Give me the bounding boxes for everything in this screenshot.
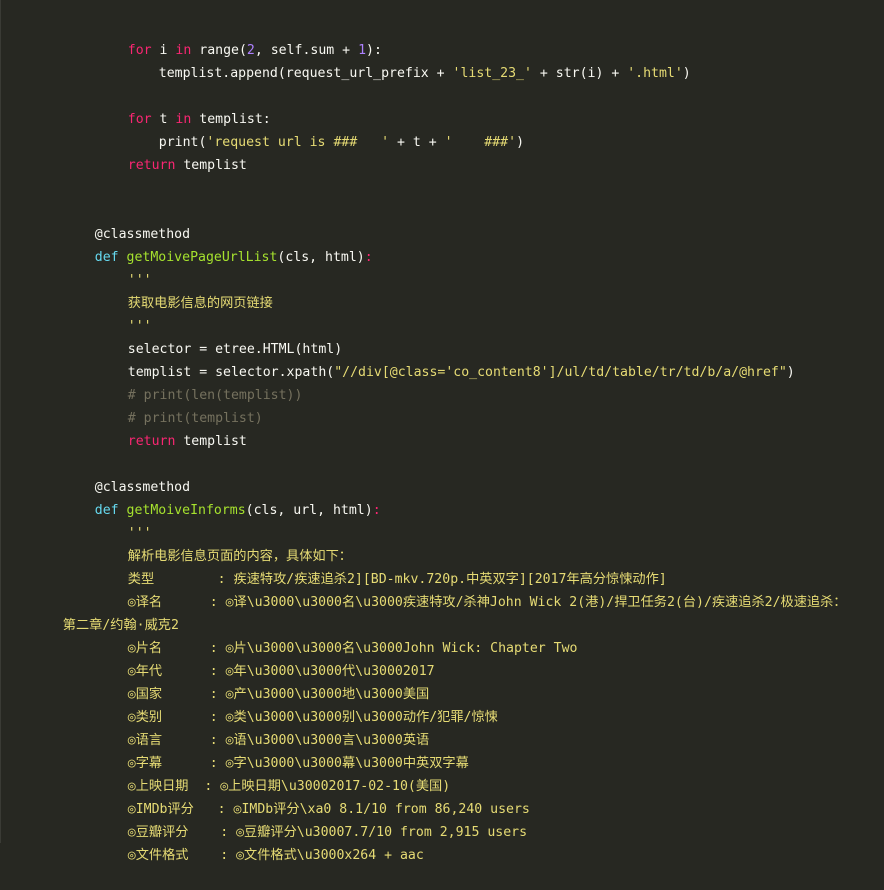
code-text: templist <box>175 434 247 449</box>
code-text: + str(i) + <box>531 66 628 81</box>
code-line: ◎豆瓣评分 : ◎豆瓣评分\u30007.7/10 from 2,915 use… <box>96 798 527 840</box>
code-line: return templist <box>96 407 247 449</box>
docstring: ◎译名 : ◎译\u3000\u3000名\u3000疾速特攻/杀神John W… <box>127 595 847 610</box>
code-text: (cls, url, html) <box>245 503 373 518</box>
code-line: # print(templist) <box>96 384 263 426</box>
code-line: ◎文件格式 : ◎文件格式\u3000x264 + aac <box>96 821 424 863</box>
code-line: @classmethod <box>63 200 190 242</box>
code-line: @classmethod <box>63 453 190 495</box>
code-text: (cls, html) <box>277 250 365 265</box>
code-line: 第二章/约翰·威克2 <box>31 591 179 633</box>
code-text: ) <box>786 365 795 380</box>
code-text: templist.append(request_url_prefix + <box>158 66 453 81</box>
code-line: templist = selector.xpath("//div[@class=… <box>96 338 795 380</box>
string: ' ###' <box>444 135 517 150</box>
code-line: # print(len(templist)) <box>96 361 303 403</box>
code-line: selector = etree.HTML(html) <box>96 315 342 357</box>
code-line: templist.append(request_url_prefix + 'li… <box>127 39 691 81</box>
code-line: 解析电影信息页面的内容，具体如下： <box>96 522 352 564</box>
code-line: ''' <box>96 246 152 288</box>
code-line: def getMoiveInforms(cls, url, html): <box>63 476 381 518</box>
code-line: def getMoivePageUrlList(cls, html): <box>63 223 373 265</box>
code-line: ◎片名 : ◎片\u3000\u3000名\u3000John Wick: Ch… <box>96 614 578 656</box>
code-line: ◎国家 : ◎产\u3000\u3000地\u3000美国 <box>96 660 429 702</box>
code-text: ) <box>682 66 691 81</box>
code-line: 类型 : 疾速特攻/疾速追杀2][BD-mkv.720p.中英双字][2017年… <box>96 545 667 587</box>
code-line: ◎字幕 : ◎字\u3000\u3000幕\u3000中英双字幕 <box>96 729 469 771</box>
code-line: ◎语言 : ◎语\u3000\u3000言\u3000英语 <box>96 706 429 748</box>
docstring: ◎文件格式 : ◎文件格式\u3000x264 + aac <box>127 848 424 863</box>
code-line: ◎类别 : ◎类\u3000\u3000别\u3000动作/犯罪/惊悚 <box>96 683 498 725</box>
code-line: print('request url is ### ' + t + ' ###'… <box>127 108 524 150</box>
code-line: ◎上映日期 : ◎上映日期\u30002017-02-10(美国) <box>96 752 450 794</box>
keyword: return <box>127 158 176 173</box>
code-line: ''' <box>96 499 152 541</box>
code-line: ◎译名 : ◎译\u3000\u3000名\u3000疾速特攻/杀神John W… <box>96 568 847 610</box>
code-line: for t in templist: <box>96 85 271 127</box>
code-line: 获取电影信息的网页链接 <box>96 269 273 311</box>
string: '.html' <box>627 66 683 81</box>
code-line: for i in range(2, self.sum + 1): <box>96 16 382 58</box>
code-block: for i in range(2, self.sum + 1): templis… <box>0 0 884 863</box>
code-text: templist <box>175 158 247 173</box>
keyword: return <box>127 434 176 449</box>
code-text: : <box>364 250 373 265</box>
string: 'list_23_' <box>452 66 532 81</box>
code-text: + t + <box>389 135 445 150</box>
string: "//div[@class='co_content8']/ul/td/table… <box>334 365 787 380</box>
code-line: return templist <box>96 131 247 173</box>
code-line: ◎IMDb评分 : ◎IMDb评分\xa0 8.1/10 from 86,240… <box>96 775 530 817</box>
code-line: ◎年代 : ◎年\u3000\u3000代\u30002017 <box>96 637 435 679</box>
code-text: ) <box>516 135 525 150</box>
code-text: : <box>372 503 381 518</box>
code-line: ''' <box>96 292 152 334</box>
